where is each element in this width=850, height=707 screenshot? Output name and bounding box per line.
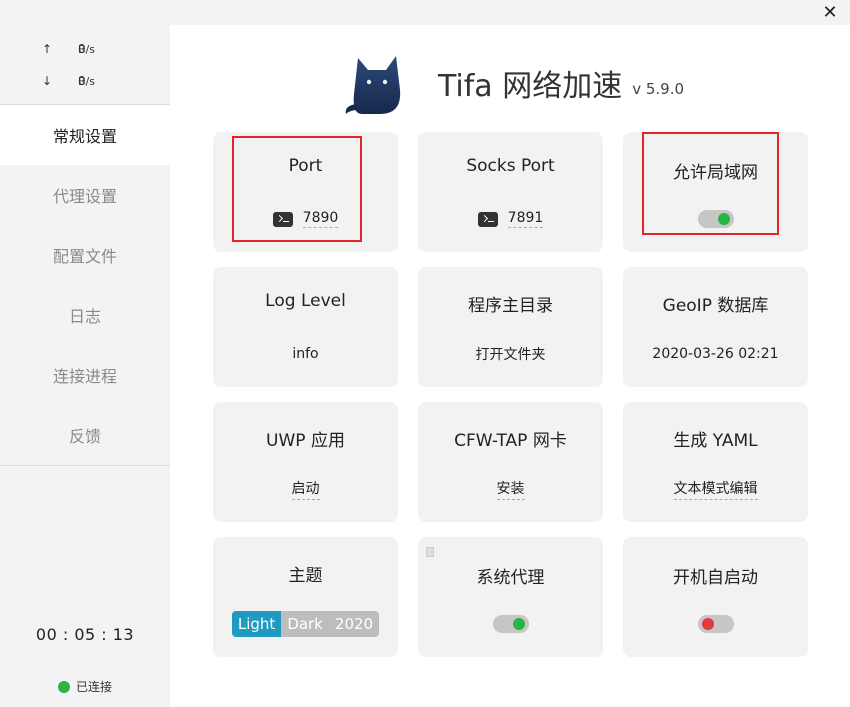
allow-lan-title: 允许局域网 <box>673 163 758 183</box>
status-label: 已连接 <box>75 680 112 694</box>
port-card[interactable]: Port 7890 <box>213 132 398 252</box>
log-level-title: Log Level <box>265 291 346 311</box>
app-header: Tifa 网络加速 v 5.9.0 <box>340 48 684 118</box>
download-speed: ↓ 0 B/s <box>0 65 170 97</box>
connection-timer: 00 : 05 : 13 <box>35 625 135 644</box>
toggle-knob <box>512 618 525 630</box>
terminal-icon <box>272 211 293 227</box>
sidebar-item-feedback[interactable]: 反馈 <box>0 405 170 465</box>
theme-option-light[interactable]: Light <box>231 611 282 637</box>
allow-lan-toggle[interactable] <box>697 210 734 228</box>
tap-card[interactable]: CFW-TAP 网卡 安装 <box>418 402 603 522</box>
theme-switch[interactable]: Light Dark 2020 <box>231 611 380 637</box>
port-value-row[interactable]: 7890 <box>272 208 339 230</box>
yaml-title: 生成 YAML <box>673 431 758 451</box>
tap-title: CFW-TAP 网卡 <box>454 431 567 451</box>
yaml-card[interactable]: 生成 YAML 文本模式编辑 <box>623 402 808 522</box>
sidebar-item-general[interactable]: 常规设置 <box>0 105 170 165</box>
title-bar: ✕ <box>0 0 850 25</box>
info-icon <box>426 547 434 557</box>
home-directory-title: 程序主目录 <box>468 296 553 316</box>
download-unit: B/s <box>78 74 95 88</box>
uwp-launch-row[interactable]: 启动 <box>291 478 320 500</box>
yaml-edit-row[interactable]: 文本模式编辑 <box>673 478 758 500</box>
system-proxy-title: 系统代理 <box>476 568 545 588</box>
yaml-edit-link[interactable]: 文本模式编辑 <box>673 478 758 500</box>
auto-start-card[interactable]: 开机自启动 <box>623 537 808 657</box>
socks-port-value[interactable]: 7891 <box>507 210 544 228</box>
sidebar-item-profiles[interactable]: 配置文件 <box>0 225 170 285</box>
app-title: Tifa 网络加速 <box>438 69 623 104</box>
uwp-title: UWP 应用 <box>266 431 345 451</box>
close-icon: ✕ <box>822 2 838 23</box>
settings-grid: Port 7890 Socks Port 7891 允许局域网 Log Leve… <box>213 132 808 657</box>
tap-install-link[interactable]: 安装 <box>496 478 525 500</box>
theme-card[interactable]: 主题 Light Dark 2020 <box>213 537 398 657</box>
upload-unit: B/s <box>78 42 95 56</box>
geoip-date[interactable]: 2020-03-26 02:21 <box>652 343 778 365</box>
socks-port-value-row[interactable]: 7891 <box>477 208 544 230</box>
app-version: v 5.9.0 <box>632 80 685 98</box>
auto-start-toggle[interactable] <box>697 615 734 633</box>
sidebar-item-proxies[interactable]: 代理设置 <box>0 165 170 225</box>
port-title: Port <box>288 156 323 176</box>
log-level-value[interactable]: info <box>292 343 318 365</box>
allow-lan-card[interactable]: 允许局域网 <box>623 132 808 252</box>
socks-port-title: Socks Port <box>466 156 555 176</box>
port-value[interactable]: 7890 <box>302 210 339 228</box>
system-proxy-card[interactable]: 系统代理 <box>418 537 603 657</box>
cat-logo-icon <box>345 56 401 114</box>
connection-status: 已连接 <box>0 678 170 695</box>
geoip-card[interactable]: GeoIP 数据库 2020-03-26 02:21 <box>623 267 808 387</box>
system-proxy-toggle[interactable] <box>492 615 529 633</box>
log-level-card[interactable]: Log Level info <box>213 267 398 387</box>
theme-title: 主题 <box>288 566 323 586</box>
toggle-knob <box>717 213 730 225</box>
upload-speed: ↑ 0 B/s <box>0 33 170 65</box>
open-folder-link[interactable]: 打开文件夹 <box>476 343 546 365</box>
sidebar-nav: 常规设置 代理设置 配置文件 日志 连接进程 反馈 <box>0 105 170 466</box>
nav-divider <box>0 465 170 466</box>
sidebar-item-logs[interactable]: 日志 <box>0 285 170 345</box>
terminal-icon <box>477 211 498 227</box>
theme-option-2020[interactable]: 2020 <box>328 611 380 637</box>
uwp-launch-link[interactable]: 启动 <box>291 478 320 500</box>
traffic-monitor: ↑ 0 B/s ↓ 0 B/s <box>0 25 170 105</box>
theme-option-dark[interactable]: Dark <box>281 611 329 637</box>
socks-port-card[interactable]: Socks Port 7891 <box>418 132 603 252</box>
auto-start-title: 开机自启动 <box>673 568 758 588</box>
sidebar-item-connections[interactable]: 连接进程 <box>0 345 170 405</box>
download-arrow-icon: ↓ <box>42 74 53 88</box>
uwp-card[interactable]: UWP 应用 启动 <box>213 402 398 522</box>
home-directory-card[interactable]: 程序主目录 打开文件夹 <box>418 267 603 387</box>
close-button[interactable]: ✕ <box>810 0 850 25</box>
tap-install-row[interactable]: 安装 <box>496 478 525 500</box>
geoip-title: GeoIP 数据库 <box>662 296 769 316</box>
upload-arrow-icon: ↑ <box>42 42 53 56</box>
sidebar: ↑ 0 B/s ↓ 0 B/s 常规设置 代理设置 配置文件 日志 连接进程 反… <box>0 25 170 707</box>
status-dot-icon <box>57 680 70 693</box>
toggle-knob <box>701 618 714 630</box>
